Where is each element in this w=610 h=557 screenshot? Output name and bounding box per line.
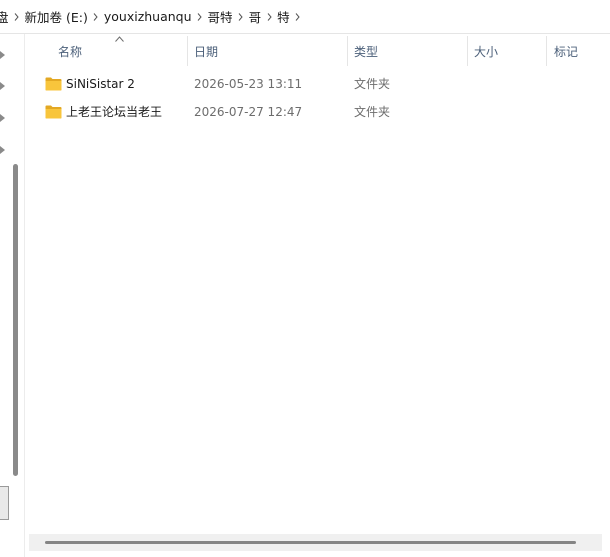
address-bar[interactable]: 盘 新加卷 (E:) youxizhuanqu 哥特 哥 特 [0,0,610,34]
file-date: 2026-07-27 12:47 [194,104,303,119]
folder-icon [45,77,62,90]
breadcrumb-item-drive-partial[interactable]: 盘 [0,7,11,26]
breadcrumb-item-volume[interactable]: 新加卷 (E:) [23,7,90,26]
chevron-right-icon[interactable] [235,0,247,33]
expand-arrow-icon[interactable] [0,82,5,90]
chevron-right-icon[interactable] [194,0,206,33]
nav-pane-scrollbar[interactable] [13,164,18,476]
column-divider[interactable] [347,36,348,66]
expand-arrow-icon[interactable] [0,114,5,122]
horizontal-scrollbar-thumb[interactable] [45,541,576,544]
file-row[interactable]: 上老王论坛当老王 2026-07-27 12:47 文件夹 [29,98,610,125]
file-name-cell[interactable]: 上老王论坛当老王 [45,98,162,125]
chevron-right-icon[interactable] [90,0,102,33]
column-divider[interactable] [467,36,468,66]
file-name: 上老王论坛当老王 [66,105,163,119]
breadcrumb-item-youxizhuanqu[interactable]: youxizhuanqu [102,9,194,24]
column-divider[interactable] [187,36,188,66]
breadcrumb-item-gete[interactable]: 哥特 [206,7,235,26]
nav-pane-scroll-button[interactable] [0,486,9,520]
breadcrumb: 盘 新加卷 (E:) youxizhuanqu 哥特 哥 特 [0,0,304,33]
file-row[interactable]: SiNiSistar 2 2026-05-23 13:11 文件夹 [29,70,610,97]
pane-divider[interactable] [24,34,25,557]
folder-icon [45,105,62,118]
column-header-date[interactable]: 日期 [194,34,347,68]
column-date-label: 日期 [194,44,219,59]
file-name: SiNiSistar 2 [66,76,135,91]
chevron-right-icon[interactable] [11,0,23,33]
column-header-name[interactable]: 名称 [58,34,187,68]
file-date: 2026-05-23 13:11 [194,76,303,91]
column-header: 名称 日期 类型 大小 标记 [29,34,610,68]
column-divider[interactable] [546,36,547,66]
column-tags-label: 标记 [554,44,579,59]
column-type-label: 类型 [354,44,379,59]
expand-arrow-icon[interactable] [0,51,5,59]
expand-arrow-icon[interactable] [0,146,5,154]
column-header-size[interactable]: 大小 [474,34,546,68]
breadcrumb-item-ge[interactable]: 哥 [247,7,264,26]
file-type: 文件夹 [354,77,391,91]
column-header-tags[interactable]: 标记 [554,34,610,68]
column-header-type[interactable]: 类型 [354,34,467,68]
column-size-label: 大小 [474,44,499,59]
column-name-label: 名称 [58,44,83,59]
chevron-right-icon[interactable] [263,0,275,33]
breadcrumb-item-te[interactable]: 特 [275,7,292,26]
file-type: 文件夹 [354,105,391,119]
navigation-pane [0,34,24,557]
file-name-cell[interactable]: SiNiSistar 2 [45,70,135,97]
chevron-right-icon[interactable] [292,0,304,33]
